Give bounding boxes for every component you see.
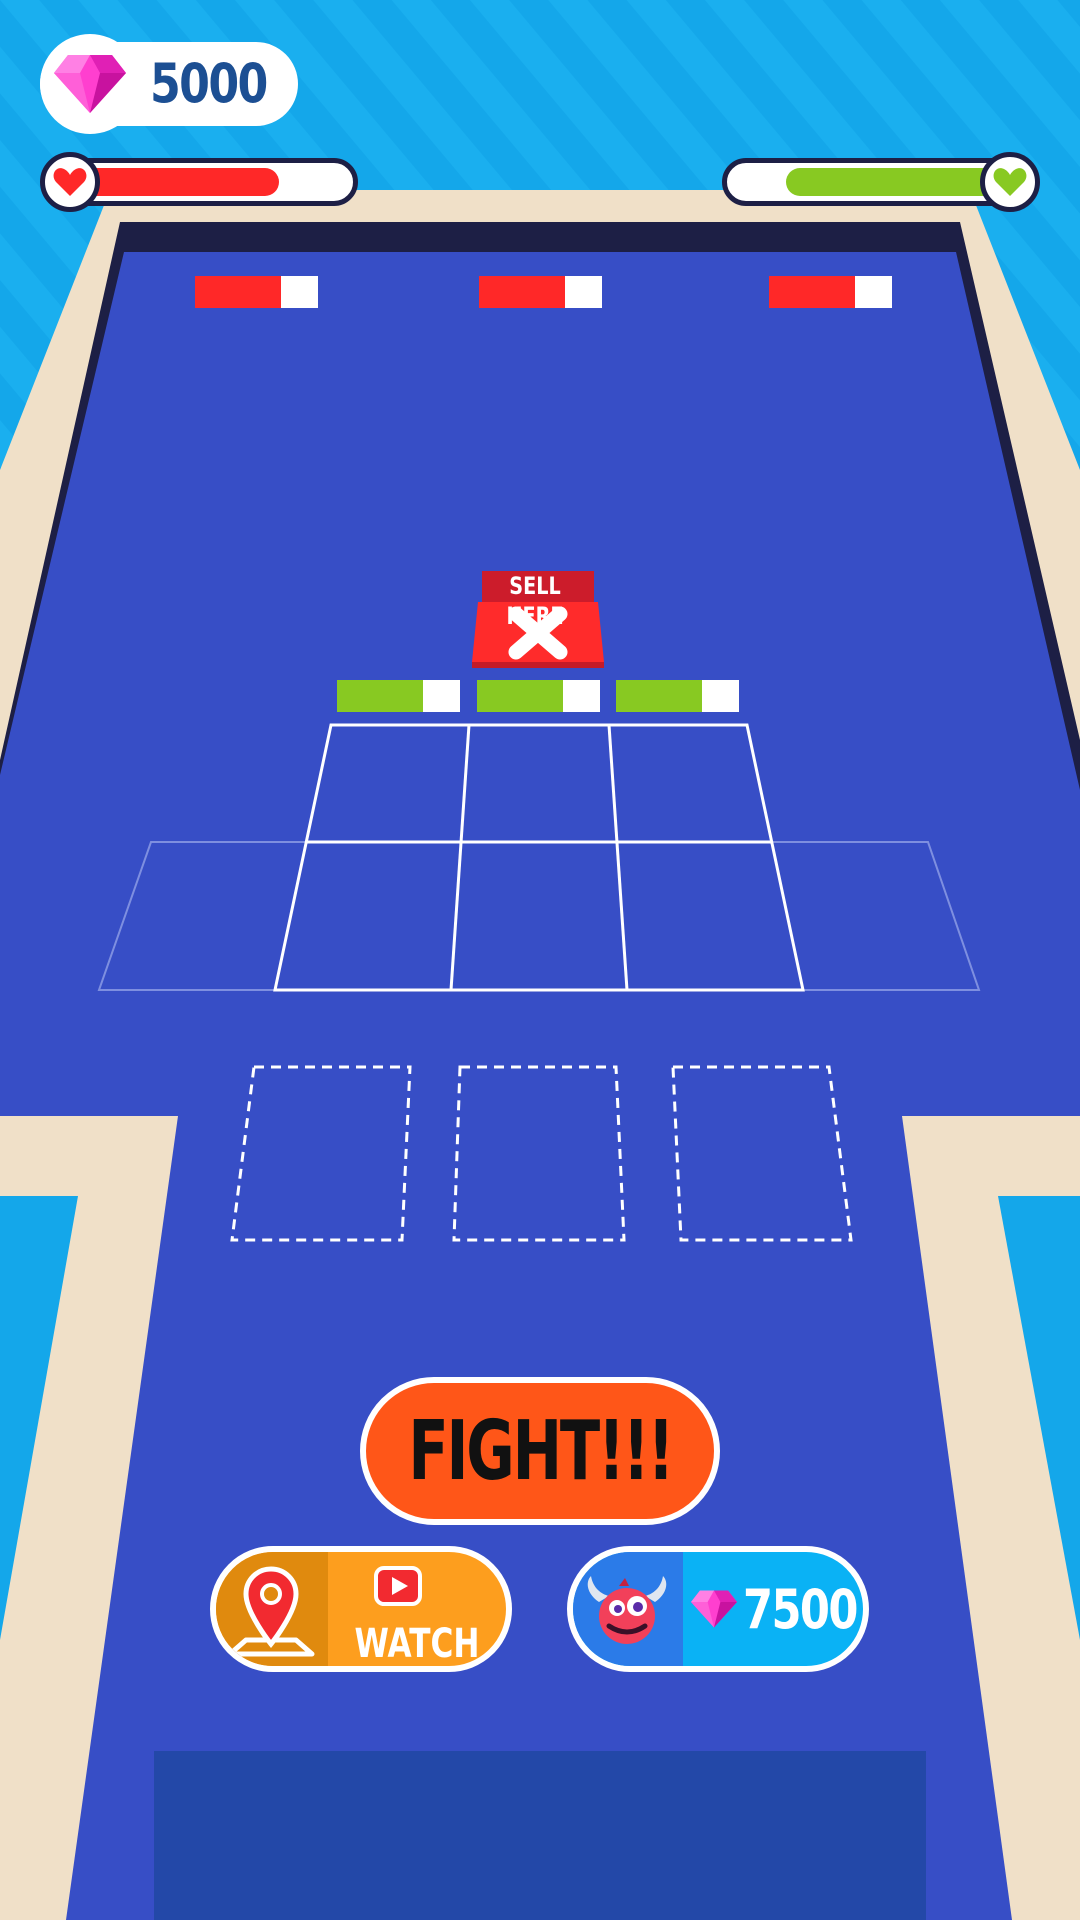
ally-health-bar bbox=[337, 680, 460, 712]
ally-slot-bars bbox=[337, 680, 739, 712]
buy-price-label: 7500 bbox=[743, 1578, 858, 1641]
ally-health-fill bbox=[616, 680, 702, 712]
buy-monster-button[interactable]: 7500 bbox=[567, 1546, 869, 1672]
game-scene bbox=[0, 0, 1080, 1920]
side-band-right bbox=[900, 1116, 1080, 1196]
enemy-health-bar bbox=[195, 276, 318, 308]
enemy-health-bar bbox=[769, 276, 892, 308]
pink-diamond-icon bbox=[54, 55, 126, 113]
enemy-health-fill bbox=[479, 276, 565, 308]
enemy-health-fill bbox=[195, 276, 281, 308]
enemy-health-fill bbox=[769, 276, 855, 308]
green-heart-icon bbox=[993, 168, 1027, 196]
watch-ad-button[interactable]: WATCH bbox=[210, 1546, 512, 1672]
ally-health-bar bbox=[616, 680, 739, 712]
enemy-slot-bars bbox=[195, 276, 892, 308]
watch-button-label: WATCH bbox=[354, 1621, 480, 1667]
fight-button[interactable]: FIGHT!!! bbox=[360, 1377, 720, 1525]
fight-button-label: FIGHT!!! bbox=[408, 1403, 674, 1499]
enemy-health-fill bbox=[786, 168, 1001, 196]
monster-icon bbox=[587, 1576, 667, 1644]
ally-health-fill bbox=[337, 680, 423, 712]
enemy-heart-badge bbox=[980, 152, 1040, 212]
pink-diamond-icon bbox=[691, 1590, 737, 1628]
video-play-icon bbox=[374, 1566, 422, 1606]
side-band-left bbox=[0, 1116, 180, 1196]
gem-badge bbox=[40, 34, 140, 134]
sell-here-label: SELL HERE bbox=[506, 572, 564, 630]
player-health-fill bbox=[75, 168, 279, 196]
gem-count: 5000 bbox=[150, 52, 268, 115]
red-heart-icon bbox=[53, 168, 87, 196]
enemy-health-bar bbox=[479, 276, 602, 308]
player-heart-badge bbox=[40, 152, 100, 212]
ally-health-fill bbox=[477, 680, 563, 712]
watch-button-icon-panel bbox=[216, 1552, 328, 1666]
ally-health-bar bbox=[477, 680, 600, 712]
map-pin-icon bbox=[227, 1566, 315, 1657]
buy-button-icon-panel bbox=[573, 1552, 683, 1666]
bench-area bbox=[154, 1751, 926, 1920]
